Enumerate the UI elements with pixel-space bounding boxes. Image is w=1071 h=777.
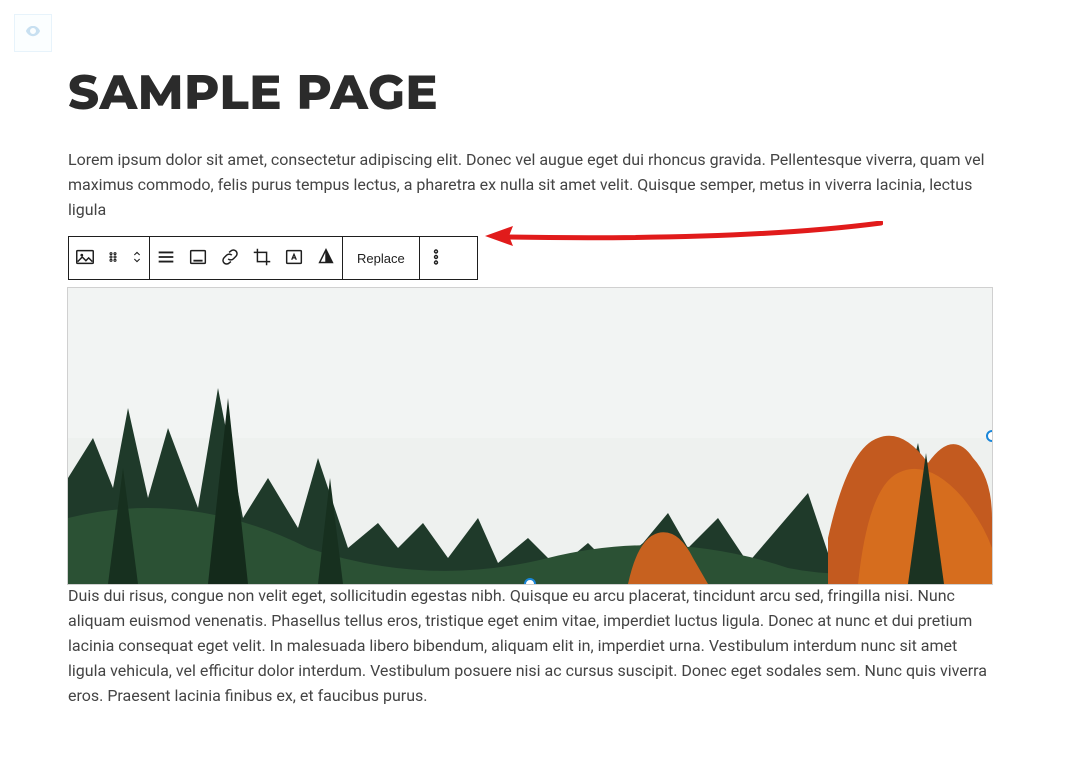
caption-icon xyxy=(187,246,209,271)
image-content xyxy=(68,288,992,584)
more-options-button[interactable] xyxy=(420,237,452,279)
image-icon xyxy=(74,246,96,271)
toolbar-group-more xyxy=(420,237,452,279)
toolbar-group-blocktype xyxy=(69,237,150,279)
annotation-arrow xyxy=(483,221,883,251)
block-toolbar: Replace xyxy=(68,236,478,280)
align-icon xyxy=(155,246,177,271)
duotone-button[interactable] xyxy=(310,237,342,279)
paragraph-top[interactable]: Lorem ipsum dolor sit amet, consectetur … xyxy=(68,148,998,222)
text-overlay-icon xyxy=(283,246,305,271)
replace-button[interactable]: Replace xyxy=(343,237,419,279)
page-title: SAMPLE PAGE xyxy=(68,64,1028,122)
duotone-icon xyxy=(315,246,337,271)
text-overlay-button[interactable] xyxy=(278,237,310,279)
resize-handle-right[interactable] xyxy=(986,430,992,442)
more-vertical-icon xyxy=(425,246,447,271)
caption-button[interactable] xyxy=(182,237,214,279)
crop-icon xyxy=(251,246,273,271)
drag-icon xyxy=(105,249,121,268)
image-block[interactable] xyxy=(68,288,992,584)
crop-button[interactable] xyxy=(246,237,278,279)
paragraph-bottom[interactable]: Duis dui risus, congue non velit eget, s… xyxy=(68,584,998,708)
move-updown-button[interactable] xyxy=(125,237,149,279)
link-icon xyxy=(219,246,241,271)
eye-icon xyxy=(24,22,42,44)
resize-handle-bottom[interactable] xyxy=(524,578,536,584)
preview-badge xyxy=(14,14,52,52)
align-button[interactable] xyxy=(150,237,182,279)
link-button[interactable] xyxy=(214,237,246,279)
drag-handle-button[interactable] xyxy=(101,237,125,279)
toolbar-group-format xyxy=(150,237,343,279)
move-updown-icon xyxy=(129,249,145,268)
block-type-button[interactable] xyxy=(69,237,101,279)
toolbar-group-replace: Replace xyxy=(343,237,420,279)
